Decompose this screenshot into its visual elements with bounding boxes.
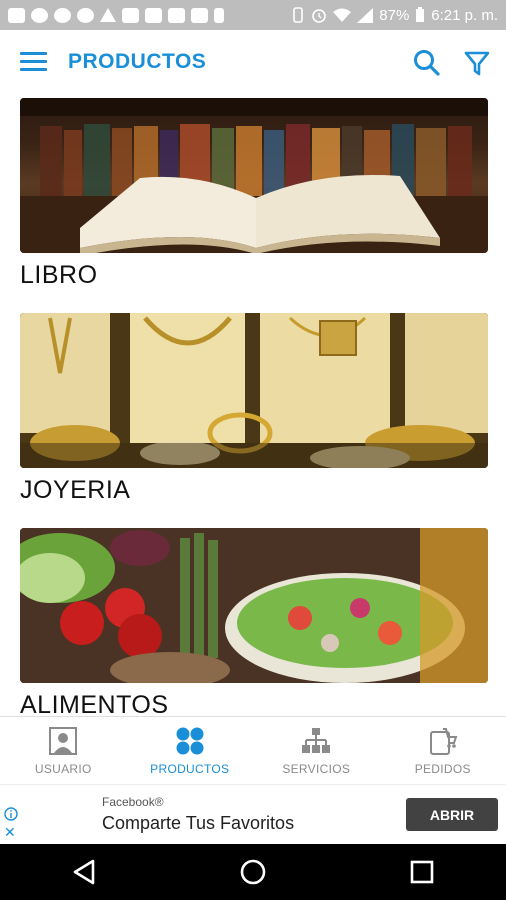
home-icon — [240, 859, 266, 885]
signal-icon — [357, 7, 374, 23]
cart-icon — [429, 727, 458, 755]
open-book-illustration — [20, 98, 488, 253]
search-button[interactable] — [412, 48, 442, 78]
youtube-icon — [191, 7, 208, 23]
ad-close-icon[interactable]: ✕ — [4, 825, 16, 839]
category-list: LIBRO JOYERIA ALIMENTOS — [0, 96, 506, 716]
back-button[interactable] — [54, 852, 114, 892]
back-icon — [74, 859, 95, 885]
system-status: 87% 6:21 p. m. — [291, 7, 498, 24]
nav-item-servicios[interactable]: SERVICIOS — [253, 717, 380, 784]
app-bar: PRODUCTOS — [0, 30, 506, 96]
youtube-icon — [122, 7, 139, 23]
recents-button[interactable] — [392, 852, 452, 892]
nav-label: PEDIDOS — [414, 761, 471, 776]
nav-item-usuario[interactable]: USUARIO — [0, 717, 127, 784]
search-icon — [414, 50, 440, 76]
hamburger-menu-icon — [20, 52, 47, 55]
category-card-libro[interactable]: LIBRO — [20, 98, 488, 290]
ad-info-icon[interactable] — [4, 807, 18, 821]
warning-icon — [100, 8, 116, 22]
nav-item-productos[interactable]: PRODUCTOS — [127, 717, 254, 784]
alarm-icon — [312, 9, 327, 23]
category-label: JOYERIA — [20, 476, 131, 504]
bottom-navigation: USUARIO PRODUCTOS SERVICIOS PEDIDOS — [0, 716, 506, 784]
youtube-icon — [145, 7, 162, 23]
menu-button[interactable] — [20, 52, 47, 74]
clock: 6:21 p. m. — [431, 6, 498, 24]
home-button[interactable] — [223, 852, 283, 892]
category-image-alimentos — [20, 528, 488, 683]
gallery-icon — [8, 7, 25, 23]
filter-button[interactable] — [462, 48, 492, 78]
ad-brand: Facebook® — [102, 795, 164, 809]
grid-dots-icon — [176, 727, 204, 754]
category-card-alimentos[interactable]: ALIMENTOS — [20, 528, 488, 716]
category-image-joyeria — [20, 313, 488, 468]
filter-icon — [464, 51, 490, 76]
chrome-icon — [31, 7, 48, 23]
page-title: PRODUCTOS — [68, 50, 207, 73]
nav-item-pedidos[interactable]: PEDIDOS — [380, 717, 506, 784]
category-image-libro — [20, 98, 488, 253]
ad-headline[interactable]: Comparte Tus Favoritos — [102, 813, 294, 834]
battery-icon — [416, 7, 425, 22]
category-label: LIBRO — [20, 261, 98, 289]
nav-label: USUARIO — [34, 761, 92, 776]
notification-icons — [8, 7, 224, 23]
nav-label: PRODUCTOS — [150, 761, 230, 776]
vibrate-icon — [293, 7, 304, 23]
screen: 87% 6:21 p. m. PRODUCTOS LIBRO JOYERIA A… — [0, 0, 506, 900]
system-navigation-bar — [0, 844, 506, 900]
nav-label: SERVICIOS — [282, 761, 351, 776]
ad-open-button[interactable]: ABRIR — [406, 798, 498, 831]
recents-icon — [410, 860, 433, 884]
user-icon — [49, 726, 78, 755]
category-card-joyeria[interactable]: JOYERIA — [20, 313, 488, 505]
youtube-icon — [168, 7, 185, 23]
food-illustration — [20, 528, 488, 683]
wifi-icon — [333, 8, 352, 22]
status-bar: 87% 6:21 p. m. — [0, 0, 506, 30]
category-label: ALIMENTOS — [20, 691, 169, 716]
more-notifications-icon — [214, 7, 224, 23]
jewelry-illustration — [20, 313, 488, 468]
hierarchy-icon — [302, 727, 331, 753]
ad-banner: ✕ Facebook® Comparte Tus Favoritos ABRIR — [0, 784, 506, 844]
chrome-icon — [77, 7, 94, 23]
chrome-icon — [54, 7, 71, 23]
battery-level: 87% — [379, 6, 410, 24]
